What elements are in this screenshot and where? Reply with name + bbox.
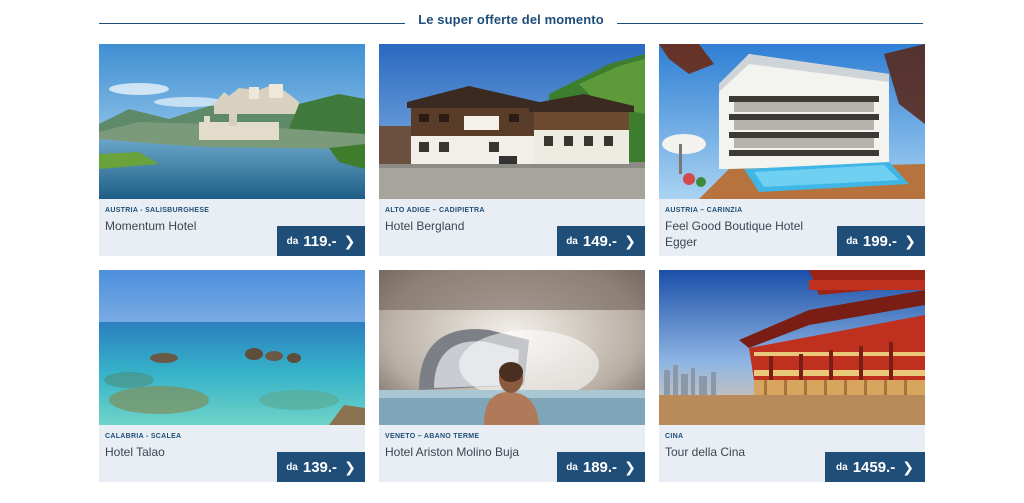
offer-region: VENETO – ABANO TERME [385,433,480,440]
price-amount: 119.- [303,232,337,250]
price-amount: 199.- [862,232,898,250]
price-amount: 1459.- [852,458,896,476]
chevron-right-icon: ❯ [902,458,914,475]
salzburg-river-castle-photo[interactable] [99,44,365,199]
offer-card[interactable]: AUSTRIA – CARINZIA Feel Good Boutique Ho… [659,44,925,256]
offer-hotel-name[interactable]: Hotel Talao [105,444,275,460]
price-prefix: da [286,235,299,247]
offer-hotel-name[interactable]: Hotel Ariston Molino Buja [385,444,555,460]
chevron-right-icon: ❯ [343,232,356,249]
offer-region: CINA [665,433,684,440]
section-title: Le super offerte del momento [418,11,604,27]
turquoise-sea-rocks-photo[interactable] [99,270,365,425]
offer-hotel-name[interactable]: Tour della Cina [665,444,835,460]
thermal-pool-woman-photo[interactable] [379,270,645,425]
offer-region: AUSTRIA - SALISBURGHESE [105,207,210,214]
alpine-chalet-hotel-photo[interactable] [379,44,645,199]
offers-section: Le super offerte del momento AUSTRIA - S… [99,0,925,482]
offer-card[interactable]: CINA Tour della Cina da 1459.- ❯ [659,270,925,482]
offer-card[interactable]: AUSTRIA - SALISBURGHESE Momentum Hotel d… [99,44,365,256]
price-button[interactable]: da 189.- ❯ [557,452,645,482]
offer-region: AUSTRIA – CARINZIA [665,207,743,214]
chevron-right-icon: ❯ [624,232,636,249]
price-button[interactable]: da 139.- ❯ [277,452,365,482]
offer-hotel-name[interactable]: Momentum Hotel [105,218,275,234]
price-prefix: da [566,235,578,247]
price-amount: 189.- [582,458,618,476]
offer-region: CALABRIA - SCALEA [105,433,182,440]
chevron-right-icon: ❯ [624,458,636,475]
offer-region: ALTO ADIGE – CADIPIETRA [385,207,485,214]
price-button[interactable]: da 1459.- ❯ [825,452,925,482]
price-prefix: da [836,461,848,473]
offer-card[interactable]: ALTO ADIGE – CADIPIETRA Hotel Bergland d… [379,44,645,256]
chevron-right-icon: ❯ [344,458,356,475]
offer-card[interactable]: VENETO – ABANO TERME Hotel Ariston Molin… [379,270,645,482]
price-button[interactable]: da 149.- ❯ [557,226,645,256]
price-amount: 139.- [302,458,338,476]
price-button[interactable]: da 199.- ❯ [837,226,925,256]
hotel-pool-photo[interactable] [659,44,925,199]
section-header: Le super offerte del momento [99,0,923,44]
divider-right [617,23,923,24]
offers-grid: AUSTRIA - SALISBURGHESE Momentum Hotel d… [99,44,925,482]
offer-card[interactable]: CALABRIA - SCALEA Hotel Talao da 139.- ❯ [99,270,365,482]
price-prefix: da [846,235,858,247]
price-prefix: da [566,461,578,473]
offer-hotel-name[interactable]: Feel Good Boutique Hotel Egger [665,218,835,250]
chevron-right-icon: ❯ [904,232,916,249]
price-prefix: da [286,461,298,473]
price-amount: 149.- [582,232,618,250]
divider-left [99,23,405,24]
price-button[interactable]: da 119.- ❯ [277,226,365,256]
chinese-pagoda-photo[interactable] [659,270,925,425]
offer-hotel-name[interactable]: Hotel Bergland [385,218,555,234]
